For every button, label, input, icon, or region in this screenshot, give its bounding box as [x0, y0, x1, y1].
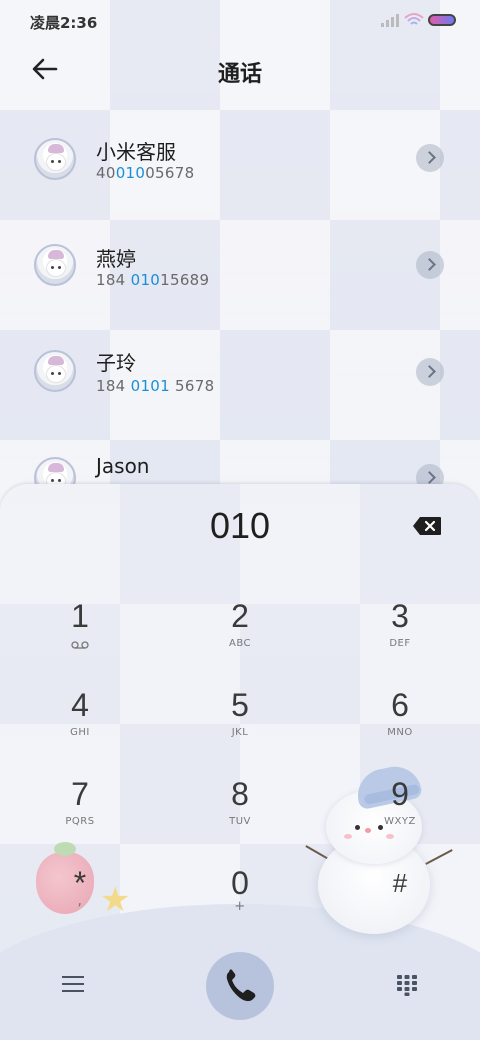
- contact-number: 184 01015689: [96, 271, 210, 289]
- status-time: 凌晨2:36: [30, 14, 98, 32]
- battery-icon: [428, 14, 456, 26]
- chevron-right-icon[interactable]: [416, 358, 444, 386]
- key-2[interactable]: 2 ABC: [180, 598, 300, 678]
- avatar: [34, 138, 76, 180]
- contact-name: 子玲: [96, 351, 136, 375]
- chevron-right-icon[interactable]: [416, 251, 444, 279]
- phone-icon: [226, 969, 256, 1002]
- contact-number: 184 0101 5678: [96, 377, 215, 395]
- key-6[interactable]: 6 MNO: [340, 687, 460, 767]
- key-3[interactable]: 3 DEF: [340, 598, 460, 678]
- key-0[interactable]: 0 +: [180, 865, 300, 945]
- page-title: 通话: [217, 62, 262, 87]
- contact-name: 燕婷: [96, 247, 136, 271]
- wifi-icon: [404, 13, 424, 25]
- list-item[interactable]: 小米客服 4001005678: [0, 120, 480, 220]
- key-4[interactable]: 4 GHI: [20, 687, 140, 767]
- chevron-right-icon[interactable]: [416, 144, 444, 172]
- key-9[interactable]: 9 WXYZ: [340, 776, 460, 856]
- key-7[interactable]: 7 PQRS: [20, 776, 140, 856]
- key-8[interactable]: 8 TUV: [180, 776, 300, 856]
- dialpad-icon[interactable]: [396, 974, 418, 996]
- backspace-icon[interactable]: [412, 516, 442, 536]
- voicemail-icon: [71, 641, 89, 649]
- contact-name: Jason: [96, 454, 150, 478]
- key-1[interactable]: 1: [20, 598, 140, 678]
- contact-name: 小米客服: [96, 140, 176, 164]
- avatar: [34, 350, 76, 392]
- status-bar: 凌晨2:36: [0, 0, 480, 40]
- call-button[interactable]: [206, 952, 274, 1020]
- contact-number: 4001005678: [96, 164, 195, 182]
- key-star[interactable]: *,: [20, 865, 140, 945]
- list-item[interactable]: 燕婷 184 01015689: [0, 227, 480, 327]
- avatar: [34, 244, 76, 286]
- dialed-number-display[interactable]: 010: [0, 505, 480, 547]
- signal-icon: [381, 14, 399, 27]
- menu-icon[interactable]: [62, 976, 84, 994]
- key-hash[interactable]: #: [340, 865, 460, 945]
- key-5[interactable]: 5 JKL: [180, 687, 300, 767]
- list-item[interactable]: 子玲 184 0101 5678: [0, 333, 480, 433]
